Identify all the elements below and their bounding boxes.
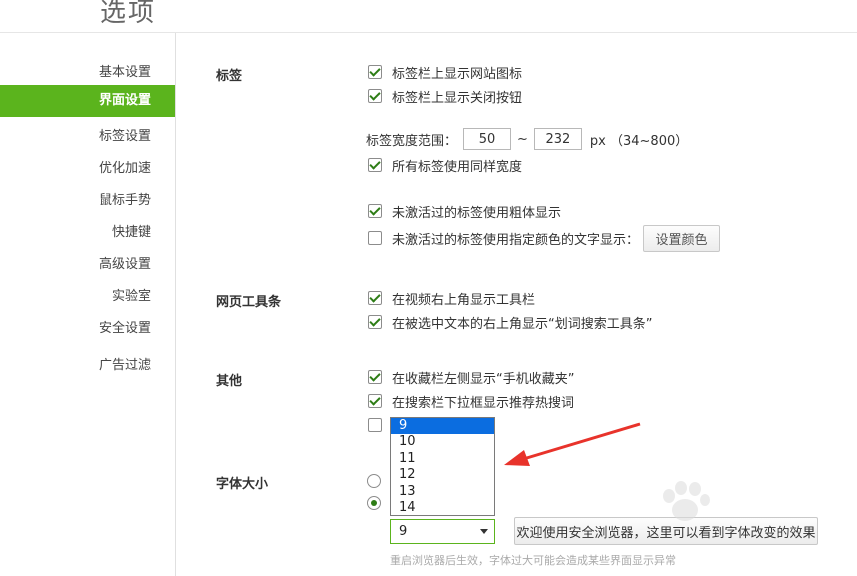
checkbox-selection-search[interactable] [368, 315, 382, 329]
checkbox-hot-words[interactable] [368, 394, 382, 408]
option-label: 在搜索栏下拉框显示推荐热搜词 [392, 395, 575, 411]
dropdown-option[interactable]: 12 [391, 467, 494, 483]
radio-font-default[interactable] [367, 474, 381, 488]
checkbox-same-width[interactable] [368, 158, 382, 172]
checkbox-show-site-icon[interactable] [368, 65, 382, 79]
checkbox-bold-unactivated[interactable] [368, 204, 382, 218]
dropdown-option[interactable]: 11 [391, 451, 494, 467]
option-label: 未激活过的标签使用粗体显示 [392, 205, 562, 221]
tab-width-label: 标签宽度范围： [366, 133, 458, 149]
checkbox-mobile-favorites[interactable] [368, 370, 382, 384]
checkbox-hidden-option[interactable] [368, 418, 382, 432]
option-color-unactivated[interactable]: 未激活过的标签使用指定颜色的文字显示： [368, 229, 640, 248]
option-hidden[interactable] [368, 416, 392, 434]
sidebar-item-adblock[interactable]: 广告过滤 [99, 354, 151, 373]
option-mobile-favorites[interactable]: 在收藏栏左侧显示“手机收藏夹” [368, 368, 575, 387]
watermark-paw-icon [663, 481, 710, 521]
radio-font-custom[interactable] [367, 496, 381, 510]
sidebar-item-shortcuts[interactable]: 快捷键 [112, 221, 151, 240]
checkbox-video-toolbar[interactable] [368, 291, 382, 305]
sidebar-item-security[interactable]: 安全设置 [99, 317, 151, 336]
dropdown-option[interactable]: 14 [391, 500, 494, 516]
sidebar-item-tabs[interactable]: 标签设置 [99, 125, 151, 144]
page-title: 选项 [100, 0, 157, 28]
sidebar-item-advanced[interactable]: 高级设置 [99, 253, 151, 272]
sidebar-item-basic[interactable]: 基本设置 [99, 61, 151, 80]
option-hot-words[interactable]: 在搜索栏下拉框显示推荐热搜词 [368, 392, 575, 411]
tab-width-max-input[interactable]: 232 [533, 128, 582, 150]
section-label-tabs: 标签 [216, 69, 243, 84]
sidebar: 基本设置 界面设置 标签设置 优化加速 鼠标手势 快捷键 高级设置 实验室 安全… [0, 33, 176, 576]
dropdown-option[interactable]: 9 [391, 418, 494, 435]
set-color-button[interactable]: 设置颜色 [643, 225, 720, 252]
option-selection-search[interactable]: 在被选中文本的右上角显示“划词搜索工具条” [368, 313, 653, 332]
chevron-down-icon [480, 529, 488, 534]
option-show-close-button[interactable]: 标签栏上显示关闭按钮 [368, 87, 523, 106]
option-label: 未激活过的标签使用指定颜色的文字显示： [392, 232, 640, 248]
dropdown-option[interactable]: 13 [391, 484, 494, 500]
option-label: 所有标签使用同样宽度 [392, 159, 523, 175]
range-separator: ~ [517, 131, 528, 147]
font-size-hint: 重启浏览器后生效，字体过大可能会造成某些界面显示异常 [390, 554, 676, 567]
option-label: 在视频右上角显示工具栏 [392, 292, 536, 308]
font-size-dropdown-list: 9 10 11 12 13 14 [390, 417, 495, 516]
checkbox-show-close-button[interactable] [368, 89, 382, 103]
sidebar-item-lab[interactable]: 实验室 [112, 285, 151, 304]
annotation-arrow-icon [504, 422, 641, 466]
section-label-other: 其他 [216, 374, 243, 389]
option-label: 在收藏栏左侧显示“手机收藏夹” [392, 371, 575, 387]
sidebar-item-interface[interactable]: 界面设置 [0, 85, 175, 117]
checkbox-color-unactivated[interactable] [368, 231, 382, 245]
tab-width-unit: px （34~800） [589, 133, 689, 149]
option-video-toolbar[interactable]: 在视频右上角显示工具栏 [368, 289, 536, 308]
section-label-toolbar: 网页工具条 [216, 295, 282, 310]
section-label-font-size: 字体大小 [216, 477, 269, 492]
option-label: 标签栏上显示网站图标 [392, 66, 523, 82]
option-same-width[interactable]: 所有标签使用同样宽度 [368, 156, 523, 175]
font-size-select-value: 9 [399, 524, 408, 539]
option-show-site-icon[interactable]: 标签栏上显示网站图标 [368, 63, 523, 82]
option-label: 在被选中文本的右上角显示“划词搜索工具条” [392, 316, 653, 332]
dropdown-option[interactable]: 10 [391, 434, 494, 450]
option-bold-unactivated[interactable]: 未激活过的标签使用粗体显示 [368, 202, 562, 221]
sidebar-item-optimize[interactable]: 优化加速 [99, 157, 151, 176]
tab-width-range-row: 标签宽度范围： 50 ~ 232 px （34~800） [366, 127, 688, 151]
sidebar-item-mouse-gesture[interactable]: 鼠标手势 [99, 189, 151, 208]
font-size-select[interactable]: 9 [390, 519, 495, 544]
tab-width-min-input[interactable]: 50 [463, 128, 512, 150]
option-label: 标签栏上显示关闭按钮 [392, 90, 523, 106]
